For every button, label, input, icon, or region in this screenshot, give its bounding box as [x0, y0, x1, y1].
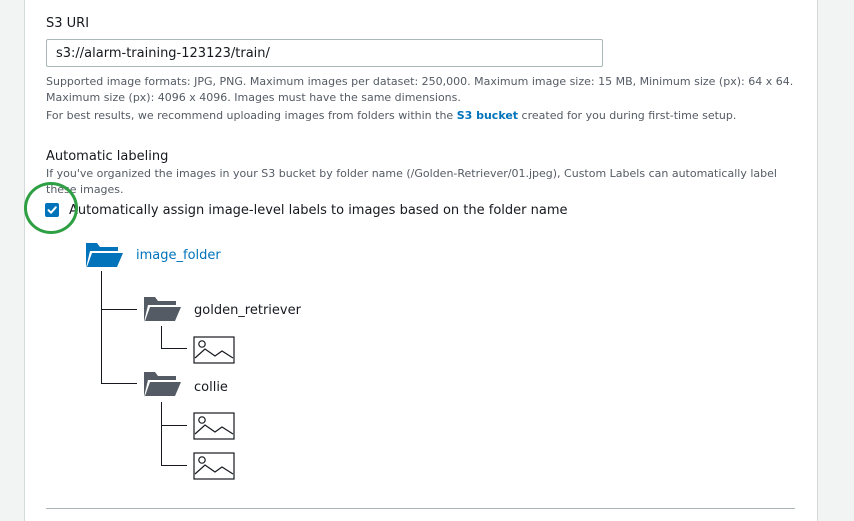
- recommend-suffix: created for you during first-time setup.: [518, 109, 737, 122]
- image-file-icon: [193, 336, 235, 364]
- automatic-labeling-description-line2: these images.: [46, 183, 124, 196]
- tree-connector: [161, 348, 187, 349]
- auto-label-checkbox-label[interactable]: Automatically assign image-level labels …: [69, 203, 568, 218]
- tree-connector: [161, 402, 162, 465]
- s3-uri-input[interactable]: [46, 39, 603, 67]
- collie-folder-icon: [144, 372, 182, 397]
- automatic-labeling-description-line1: If you've organized the images in your S…: [46, 167, 777, 180]
- golden-retriever-folder-icon: [144, 297, 182, 322]
- root-folder-label: image_folder: [136, 248, 221, 263]
- root-folder-icon: [86, 243, 124, 268]
- formats-hint-line2: Maximum size (px): 4096 x 4096. Images m…: [46, 91, 461, 104]
- tree-connector: [101, 309, 137, 310]
- formats-hint: Supported image formats: JPG, PNG. Maxim…: [46, 74, 811, 106]
- collie-folder-label: collie: [194, 380, 228, 395]
- tree-connector: [101, 383, 137, 384]
- automatic-labeling-heading: Automatic labeling: [46, 149, 169, 164]
- tree-connector: [161, 326, 162, 348]
- automatic-labeling-description: If you've organized the images in your S…: [46, 166, 811, 198]
- tree-connector: [101, 271, 102, 383]
- form-panel: S3 URI Supported image formats: JPG, PNG…: [24, 0, 818, 521]
- s3-bucket-link[interactable]: S3 bucket: [457, 109, 518, 122]
- image-file-icon: [193, 412, 235, 440]
- tree-connector: [161, 425, 187, 426]
- tree-connector: [161, 465, 187, 466]
- section-divider: [46, 508, 795, 509]
- recommend-prefix: For best results, we recommend uploading…: [46, 109, 457, 122]
- s3-uri-label: S3 URI: [46, 16, 90, 31]
- formats-hint-line1: Supported image formats: JPG, PNG. Maxim…: [46, 75, 794, 88]
- image-file-icon: [193, 452, 235, 480]
- golden-retriever-folder-label: golden_retriever: [194, 303, 301, 318]
- recommend-hint: For best results, we recommend uploading…: [46, 108, 811, 124]
- highlight-circle: [24, 182, 78, 234]
